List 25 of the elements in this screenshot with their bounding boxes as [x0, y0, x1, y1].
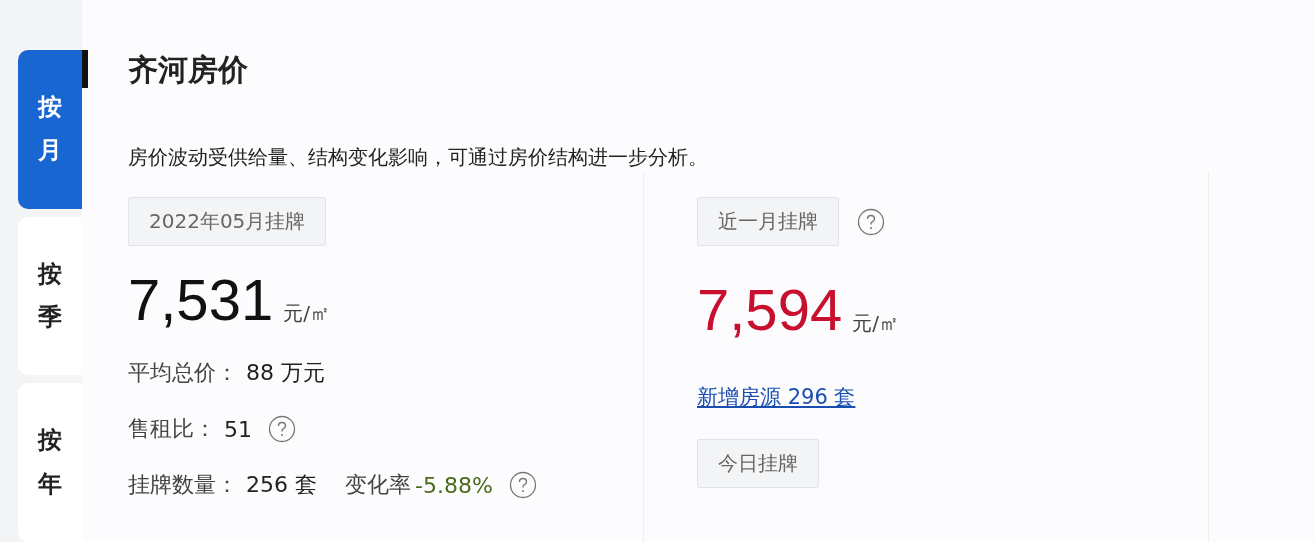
help-icon[interactable]	[268, 415, 296, 443]
period-tab[interactable]: 按季	[18, 216, 82, 376]
period-tag: 近一月挂牌	[697, 197, 839, 246]
price-unit: 元/㎡	[852, 310, 899, 337]
change-rate: -5.88%	[415, 472, 493, 498]
stat-label: 挂牌数量：	[128, 471, 238, 499]
stat-value: 88 万元	[246, 359, 325, 387]
page-title: 齐河房价	[128, 50, 248, 89]
period-tab[interactable]: 按年	[18, 383, 82, 542]
help-icon[interactable]	[508, 471, 537, 499]
stat-value: 51	[224, 416, 252, 442]
stat-label: 平均总价：	[128, 359, 238, 387]
help-icon[interactable]	[857, 207, 885, 236]
stat-label: 售租比：	[128, 415, 216, 443]
period-tag: 2022年05月挂牌	[128, 197, 327, 246]
recent-price: 7,594	[697, 276, 843, 343]
description: 房价波动受供给量、结构变化影响，可通过房价结构进一步分析。	[128, 144, 709, 171]
stat-value: 256 套	[246, 471, 317, 499]
period-tab[interactable]: 按月	[18, 50, 82, 209]
change-label: 变化率	[345, 471, 411, 499]
today-tag: 今日挂牌	[697, 439, 819, 488]
price-unit: 元/㎡	[283, 300, 330, 327]
average-price: 7,531	[128, 266, 274, 333]
new-listings-link[interactable]: 新增房源 296 套	[697, 383, 856, 411]
title-accent-bar	[82, 50, 88, 88]
